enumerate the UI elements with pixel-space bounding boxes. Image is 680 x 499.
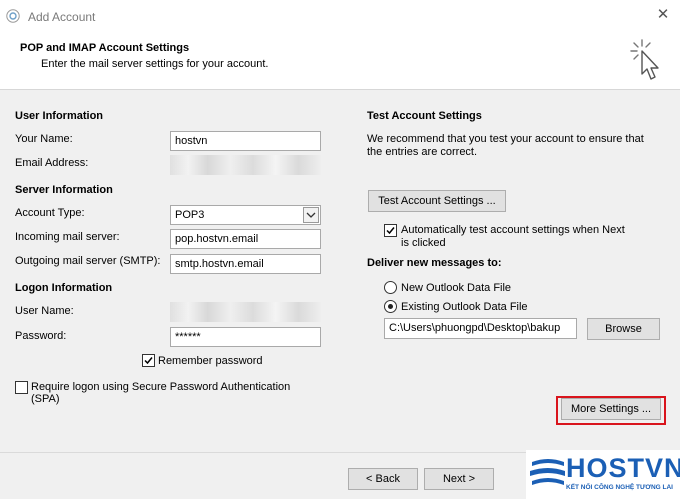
- account-type-select[interactable]: POP3: [170, 205, 321, 225]
- user-name-label: User Name:: [15, 305, 74, 317]
- logo-brand: HOSTVN: [566, 453, 680, 483]
- test-description: We recommend that you test your account …: [367, 133, 644, 158]
- outgoing-server-input[interactable]: smtp.hostvn.email: [170, 254, 321, 274]
- deliver-messages-heading: Deliver new messages to:: [367, 257, 502, 269]
- server-information-heading: Server Information: [15, 184, 113, 196]
- spa-checkbox[interactable]: [15, 381, 28, 394]
- logon-information-heading: Logon Information: [15, 282, 113, 294]
- test-account-settings-heading: Test Account Settings: [367, 110, 482, 122]
- auto-test-label: Automatically test account settings when…: [401, 224, 625, 249]
- header-subtitle: Enter the mail server settings for your …: [41, 58, 269, 70]
- hostvn-logo-icon: [530, 459, 565, 485]
- account-type-label: Account Type:: [15, 207, 85, 219]
- title-bar: [0, 0, 680, 33]
- remember-password-label: Remember password: [158, 355, 263, 367]
- your-name-input[interactable]: hostvn: [170, 131, 321, 151]
- close-icon[interactable]: ✕: [655, 7, 671, 23]
- back-button[interactable]: < Back: [348, 468, 418, 490]
- account-type-value: POP3: [175, 209, 205, 221]
- header-title: POP and IMAP Account Settings: [20, 42, 190, 54]
- existing-data-file-label: Existing Outlook Data File: [401, 301, 528, 313]
- new-data-file-radio[interactable]: [384, 281, 397, 294]
- window-title: Add Account: [28, 10, 96, 24]
- outlook-app-icon: [6, 9, 20, 23]
- spa-label: Require logon using Secure Password Auth…: [31, 381, 291, 405]
- email-address-label: Email Address:: [15, 157, 89, 169]
- highlight-box: [556, 396, 666, 425]
- radio-selected-dot: [388, 304, 393, 309]
- hostvn-logo: HOSTVN KẾT NỐI CÔNG NGHỆ TƯƠNG LAI: [526, 450, 680, 499]
- logo-tagline: KẾT NỐI CÔNG NGHỆ TƯƠNG LAI: [566, 484, 673, 491]
- email-address-input[interactable]: [170, 155, 321, 175]
- incoming-server-label: Incoming mail server:: [15, 231, 120, 243]
- next-button[interactable]: Next >: [424, 468, 494, 490]
- new-data-file-label: New Outlook Data File: [401, 282, 512, 294]
- remember-password-checkbox[interactable]: [142, 354, 155, 367]
- outgoing-server-label: Outgoing mail server (SMTP):: [15, 255, 161, 267]
- user-name-input[interactable]: [170, 302, 321, 322]
- click-cursor-icon: [630, 39, 659, 80]
- password-input[interactable]: ******: [170, 327, 321, 347]
- user-information-heading: User Information: [15, 110, 104, 122]
- existing-data-file-radio[interactable]: [384, 300, 397, 313]
- browse-button[interactable]: Browse: [587, 318, 660, 340]
- chevron-down-icon[interactable]: [303, 207, 319, 223]
- test-account-settings-button[interactable]: Test Account Settings ...: [368, 190, 506, 212]
- auto-test-checkbox[interactable]: [384, 224, 397, 237]
- your-name-label: Your Name:: [15, 133, 73, 145]
- incoming-server-input[interactable]: pop.hostvn.email: [170, 229, 321, 249]
- data-file-path-input[interactable]: C:\Users\phuongpd\Desktop\bakup: [384, 318, 577, 339]
- password-label: Password:: [15, 330, 67, 342]
